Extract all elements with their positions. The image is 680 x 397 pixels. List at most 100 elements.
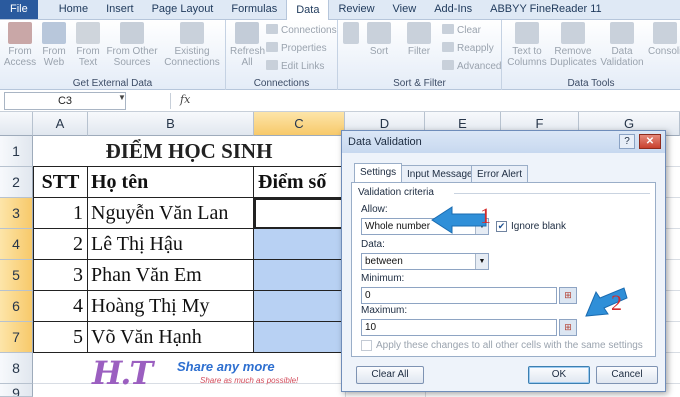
from-web-button[interactable]: From Web xyxy=(38,22,70,68)
score-cell[interactable] xyxy=(254,260,345,291)
tab-error-alert[interactable]: Error Alert xyxy=(471,165,529,183)
refresh-all-button[interactable]: Refresh All xyxy=(230,22,266,68)
connections-label: Connections xyxy=(281,25,337,36)
access-icon xyxy=(8,22,32,44)
reapply-button[interactable]: Reapply xyxy=(442,42,494,54)
group-label-data-tools: Data Tools xyxy=(567,78,615,89)
collapse-dialog-icon[interactable]: ⊞ xyxy=(559,319,577,336)
connections-button[interactable]: Connections xyxy=(266,24,337,36)
filter-label: Filter xyxy=(407,46,431,57)
clear-button[interactable]: Clear xyxy=(442,24,481,36)
stt-cell[interactable]: 1 xyxy=(33,198,88,229)
filter-button[interactable]: Filter xyxy=(404,22,434,57)
chevron-down-icon[interactable]: ▼ xyxy=(475,254,488,269)
active-cell-c3[interactable] xyxy=(254,198,345,229)
text-to-columns-button[interactable]: Text to Columns xyxy=(506,22,548,68)
tab-page-layout[interactable]: Page Layout xyxy=(143,0,223,19)
tab-review[interactable]: Review xyxy=(329,0,383,19)
consolidate-icon xyxy=(653,22,677,44)
name-cell[interactable]: Hoàng Thị My xyxy=(88,291,254,322)
sheet-title-cell[interactable]: ĐIỂM HỌC SINH xyxy=(33,136,345,167)
name-cell[interactable]: Nguyễn Văn Lan xyxy=(88,198,254,229)
apply-changes-checkbox[interactable] xyxy=(361,340,372,351)
name-cell[interactable]: Võ Văn Hạnh xyxy=(88,322,254,353)
group-sort-filter: Sort Filter Clear Reapply Advanced Sort … xyxy=(338,20,502,90)
tab-file[interactable]: File xyxy=(0,0,38,19)
refresh-icon xyxy=(235,22,259,44)
tab-home[interactable]: Home xyxy=(50,0,97,19)
stt-cell[interactable]: 2 xyxy=(33,229,88,260)
ok-button[interactable]: OK xyxy=(528,366,590,384)
tab-view[interactable]: View xyxy=(384,0,426,19)
tab-add-ins[interactable]: Add-Ins xyxy=(425,0,481,19)
advanced-button[interactable]: Advanced xyxy=(442,60,501,72)
stt-cell[interactable]: 3 xyxy=(33,260,88,291)
close-icon[interactable]: ✕ xyxy=(639,134,661,149)
select-all-corner[interactable] xyxy=(0,112,33,136)
annotation-number-2: 2 xyxy=(611,290,622,315)
row-header-5[interactable]: 5 xyxy=(0,260,33,291)
score-cell[interactable] xyxy=(254,229,345,260)
watermark-logo: H.T Share any more Share as much as poss… xyxy=(92,354,312,397)
tab-insert[interactable]: Insert xyxy=(97,0,143,19)
data-select-value: between xyxy=(365,256,403,267)
sort-button[interactable]: Sort xyxy=(364,22,394,57)
data-validation-button[interactable]: Data Validation xyxy=(600,22,644,68)
edit-links-button[interactable]: Edit Links xyxy=(266,60,324,72)
row-header-3[interactable]: 3 xyxy=(0,198,33,229)
properties-label: Properties xyxy=(281,43,327,54)
clear-all-button[interactable]: Clear All xyxy=(356,366,424,384)
row-header-8[interactable]: 8 xyxy=(0,353,33,384)
consolidate-button[interactable]: Consolidate xyxy=(648,22,680,57)
existing-connections-button[interactable]: Existing Connections xyxy=(162,22,222,68)
cancel-button[interactable]: Cancel xyxy=(596,366,658,384)
properties-icon xyxy=(266,42,278,52)
row-header-6[interactable]: 6 xyxy=(0,291,33,322)
remove-duplicates-button[interactable]: Remove Duplicates xyxy=(550,22,597,68)
header-name[interactable]: Họ tên xyxy=(88,167,254,198)
from-text-button[interactable]: From Text xyxy=(72,22,104,68)
column-header-b[interactable]: B xyxy=(88,112,254,136)
ignore-blank-checkbox[interactable]: ✔ xyxy=(496,221,507,232)
remove-duplicates-icon xyxy=(561,22,585,44)
score-cell[interactable] xyxy=(254,322,345,353)
from-access-button[interactable]: From Access xyxy=(2,22,38,68)
stt-cell[interactable]: 5 xyxy=(33,322,88,353)
row-header-2[interactable]: 2 xyxy=(0,167,33,198)
chevron-down-icon[interactable]: ▼ xyxy=(118,93,126,102)
sort-az-button[interactable] xyxy=(340,22,362,46)
name-box[interactable]: C3 xyxy=(4,92,126,110)
insert-function-icon[interactable]: fx xyxy=(180,93,190,106)
from-text-label: From Text xyxy=(76,46,100,68)
header-stt[interactable]: STT xyxy=(33,167,88,198)
from-other-sources-button[interactable]: From Other Sources xyxy=(104,22,160,68)
group-label-sort-filter: Sort & Filter xyxy=(393,78,446,89)
collapse-dialog-icon[interactable]: ⊞ xyxy=(559,287,577,304)
sort-label: Sort xyxy=(369,46,389,57)
row-header-1[interactable]: 1 xyxy=(0,136,33,167)
name-cell[interactable]: Lê Thị Hậu xyxy=(88,229,254,260)
tab-input-message[interactable]: Input Message xyxy=(401,165,479,183)
column-header-a[interactable]: A xyxy=(33,112,88,136)
score-cell[interactable] xyxy=(254,291,345,322)
row-header-4[interactable]: 4 xyxy=(0,229,33,260)
refresh-all-label: Refresh All xyxy=(230,46,266,68)
tab-settings[interactable]: Settings xyxy=(354,163,403,183)
maximum-input[interactable]: 10 xyxy=(361,319,557,336)
minimum-input[interactable]: 0 xyxy=(361,287,557,304)
clear-icon xyxy=(442,24,454,34)
tab-formulas[interactable]: Formulas xyxy=(222,0,286,19)
properties-button[interactable]: Properties xyxy=(266,42,327,54)
row-header-7[interactable]: 7 xyxy=(0,322,33,353)
data-select[interactable]: between ▼ xyxy=(361,253,489,270)
header-score[interactable]: Điểm số xyxy=(254,167,345,198)
tab-data[interactable]: Data xyxy=(286,0,330,20)
tab-abbyy[interactable]: ABBYY FineReader 11 xyxy=(481,0,611,19)
stt-cell[interactable]: 4 xyxy=(33,291,88,322)
row-header-9[interactable]: 9 xyxy=(0,384,33,397)
dialog-title: Data Validation xyxy=(342,131,665,153)
name-cell[interactable]: Phan Văn Em xyxy=(88,260,254,291)
edit-links-label: Edit Links xyxy=(281,61,325,72)
column-header-c[interactable]: C xyxy=(254,112,345,136)
help-icon[interactable]: ? xyxy=(619,134,635,149)
